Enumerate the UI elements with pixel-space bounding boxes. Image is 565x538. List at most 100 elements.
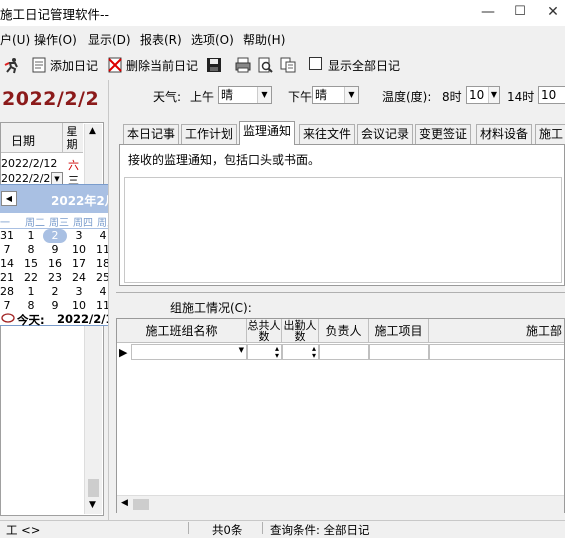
chevron-down-icon[interactable]: ▼ <box>344 87 358 103</box>
spinner-icon[interactable]: ▴ ▾ <box>312 345 316 360</box>
menu-user[interactable]: 户(U) <box>0 31 30 48</box>
calendar-day[interactable]: 9 <box>43 243 67 257</box>
grid-header-text: 施工班组名称 <box>145 324 218 338</box>
am-weather-select[interactable]: 晴 ▼ <box>218 86 272 104</box>
calendar-day[interactable]: 14 <box>0 257 19 271</box>
menu-options[interactable]: 选项(O) <box>191 31 234 48</box>
list-row-weekday: 六 <box>68 159 79 172</box>
status-query: 查询条件: 全部日记 <box>270 523 370 537</box>
chevron-down-icon[interactable]: ▼ <box>239 346 244 354</box>
list-row-date[interactable]: 2022/2/12 <box>1 157 57 170</box>
chevron-down-icon[interactable]: ▼ <box>257 87 271 103</box>
add-diary-icon[interactable] <box>30 56 48 74</box>
tab-materials-equipment[interactable]: 材料设备 <box>476 124 533 144</box>
total-count-cell[interactable]: ▴ ▾ <box>247 344 282 360</box>
delete-diary-icon[interactable] <box>106 56 124 74</box>
today-label[interactable]: 今天: <box>17 312 45 328</box>
tab-correspondence[interactable]: 来往文件 <box>299 124 356 144</box>
calendar-day[interactable]: 23 <box>43 271 67 285</box>
attendance-cell[interactable]: ▴ ▾ <box>282 344 319 360</box>
notice-text-area[interactable] <box>124 177 562 283</box>
print-icon[interactable] <box>234 56 252 74</box>
prev-month-button[interactable]: ◀ <box>1 191 17 206</box>
show-all-checkbox[interactable] <box>309 57 322 70</box>
tab-work-plan[interactable]: 工作计划 <box>181 124 238 144</box>
spinner-arrows-icon[interactable]: ▼ <box>488 87 499 103</box>
current-date-display: 2022/2/2 <box>2 88 100 110</box>
calendar-day[interactable]: 7 <box>0 299 19 313</box>
close-button[interactable]: ✕ <box>543 2 563 22</box>
time1-label: 8时 <box>442 90 462 104</box>
maximize-button[interactable]: ☐ <box>510 2 530 22</box>
grid-header-total[interactable]: 总共人数 <box>247 319 282 343</box>
menu-report[interactable]: 报表(R) <box>140 31 182 48</box>
calendar-day[interactable]: 8 <box>19 243 43 257</box>
calendar-day[interactable]: 10 <box>67 299 91 313</box>
calendar-day[interactable]: 1 <box>19 285 43 299</box>
grid-horizontal-scrollbar[interactable]: ◀ <box>117 495 564 513</box>
show-all-label[interactable]: 显示全部日记 <box>328 57 400 74</box>
tab-construction[interactable]: 施工 <box>535 124 565 144</box>
grid-header-item[interactable]: 施工项目 <box>369 319 429 343</box>
calendar-day-selected[interactable]: 2 <box>43 229 67 243</box>
calendar-day[interactable]: 2 <box>43 285 67 299</box>
calendar-day[interactable]: 28 <box>0 285 19 299</box>
weekday-column-header[interactable]: 星期 <box>65 125 79 151</box>
title-bar: 施工日记管理软件-- — ☐ ✕ <box>0 0 565 26</box>
calendar-day[interactable]: 3 <box>67 285 91 299</box>
temp1-spinner[interactable]: 10 ▼ <box>466 86 500 104</box>
calendar-day[interactable]: 3 <box>67 229 91 243</box>
temp2-value: 10 <box>541 88 557 102</box>
print-preview-icon[interactable] <box>256 56 274 74</box>
status-divider <box>262 522 263 534</box>
calendar-weekday-header: 一 <box>0 218 10 229</box>
tab-supervision-notice[interactable]: 监理通知 <box>239 121 296 145</box>
scroll-left-arrow-icon[interactable]: ◀ <box>121 498 128 508</box>
calendar-day[interactable]: 22 <box>19 271 43 285</box>
date-column-header[interactable]: 日期 <box>11 132 35 149</box>
calendar-day[interactable]: 1 <box>19 229 43 243</box>
tab-change-visa[interactable]: 变更签证 <box>415 124 472 144</box>
item-cell[interactable] <box>369 344 429 360</box>
delete-diary-button[interactable]: 删除当前日记 <box>126 57 198 74</box>
add-diary-button[interactable]: 添加日记 <box>50 57 98 74</box>
calendar-day[interactable]: 8 <box>19 299 43 313</box>
calendar-month-title: 2022年2月 <box>51 194 117 208</box>
tab-meeting-records[interactable]: 会议记录 <box>357 124 414 144</box>
grid-header-attendance[interactable]: 出勤人数 <box>282 319 319 343</box>
scroll-down-arrow-icon[interactable]: ▼ <box>89 500 96 510</box>
scroll-thumb[interactable] <box>88 479 99 497</box>
pm-label: 下午 <box>288 90 313 104</box>
calendar-day[interactable]: 24 <box>67 271 91 285</box>
spinner-icon[interactable]: ▴ ▾ <box>275 345 279 360</box>
calendar-day[interactable]: 7 <box>0 243 19 257</box>
part-cell[interactable] <box>429 344 564 360</box>
scroll-up-arrow-icon[interactable]: ▲ <box>89 126 96 136</box>
grid-header-lead[interactable]: 负责人 <box>319 319 369 343</box>
crew-grid[interactable]: 施工班组名称 总共人数 出勤人数 负责人 施工项目 施工部 ▶ ▼ ▴ ▾ ▴ ▾ … <box>116 318 565 513</box>
lead-cell[interactable] <box>319 344 369 360</box>
calendar-day[interactable]: 9 <box>43 299 67 313</box>
temp2-spinner[interactable]: 10 <box>538 86 565 104</box>
calendar-day[interactable]: 16 <box>43 257 67 271</box>
crew-name-cell[interactable]: ▼ <box>131 344 247 360</box>
minimize-button[interactable]: — <box>478 2 498 22</box>
menu-help[interactable]: 帮助(H) <box>243 31 285 48</box>
pm-weather-select[interactable]: 晴 ▼ <box>312 86 359 104</box>
calendar-weekday-header: 周三 <box>49 218 69 229</box>
calendar-day[interactable]: 15 <box>19 257 43 271</box>
calendar-day[interactable]: 10 <box>67 243 91 257</box>
calendar-day[interactable]: 31 <box>0 229 19 243</box>
save-icon[interactable] <box>205 56 223 74</box>
copy-icon[interactable] <box>279 56 297 74</box>
h-scroll-thumb[interactable] <box>133 499 149 510</box>
tab-daily-notes[interactable]: 本日记事 <box>123 124 180 144</box>
calendar-day[interactable]: 17 <box>67 257 91 271</box>
grid-header-part[interactable]: 施工部 <box>429 319 564 343</box>
grid-header-crew-name[interactable]: 施工班组名称 <box>117 319 247 343</box>
menu-operate[interactable]: 操作(O) <box>34 31 77 48</box>
calendar-day[interactable]: 21 <box>0 271 19 285</box>
grid-header-text: 出勤人数 <box>283 319 317 343</box>
menu-display[interactable]: 显示(D) <box>88 31 131 48</box>
runner-icon[interactable] <box>3 56 21 74</box>
